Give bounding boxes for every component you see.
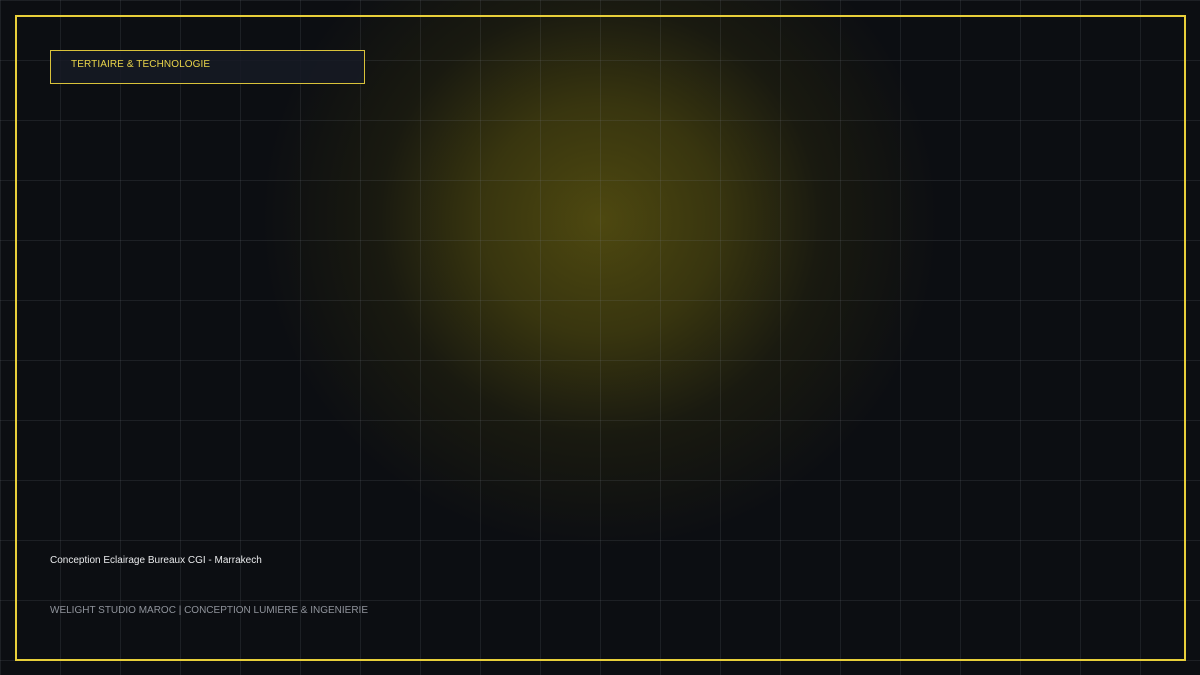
slide: TERTIAIRE & TECHNOLOGIE Conception Eclai…: [0, 0, 1200, 675]
project-title: Conception Eclairage Bureaux CGI - Marra…: [50, 555, 262, 566]
studio-footer: WELIGHT STUDIO MAROC | CONCEPTION LUMIER…: [50, 605, 369, 616]
category-tag-label: TERTIAIRE & TECHNOLOGIE: [71, 59, 211, 70]
category-tag: TERTIAIRE & TECHNOLOGIE: [50, 50, 365, 84]
